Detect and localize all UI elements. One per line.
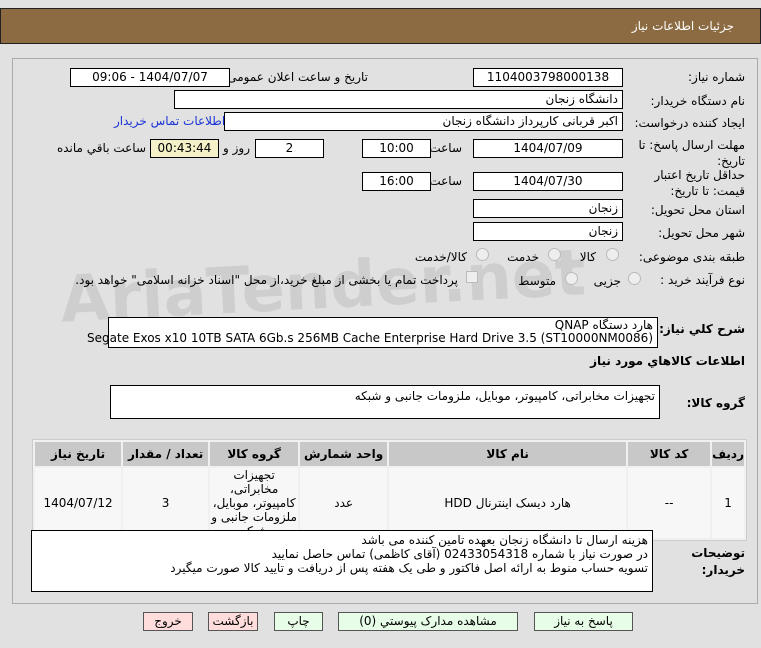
cell-date: 1404/07/12 xyxy=(35,468,122,538)
process-radio-minor[interactable] xyxy=(628,272,641,285)
process-option-minor: جزیی xyxy=(593,274,621,288)
remaining-label: ساعت باقي مانده xyxy=(56,141,146,155)
page-title: جزئیات اطلاعات نیاز xyxy=(631,19,734,33)
validity-time-field: 16:00 xyxy=(362,172,431,191)
process-label: نوع فرآیند خرید : xyxy=(660,273,745,287)
reply-button[interactable]: پاسخ به نیاز xyxy=(534,612,633,631)
province-field: زنجان xyxy=(473,199,623,218)
validity-time-label: ساعت xyxy=(429,174,462,188)
col-row: ردیف xyxy=(712,442,744,466)
notes-line-1: هزینه ارسال تا دانشگاه زنجان بعهده تامین… xyxy=(361,533,648,547)
days-field: 2 xyxy=(255,139,324,158)
deadline-label: مهلت ارسال پاسخ: تا تاریخ: xyxy=(638,138,745,168)
deadline-time-field: 10:00 xyxy=(362,139,431,158)
goods-info-title: اطلاعات کالاهاي مورد نياز xyxy=(590,354,745,368)
announce-field: 1404/07/07 - 09:06 xyxy=(70,68,230,87)
goods-group-label: گروه کالا: xyxy=(686,396,745,410)
need-number-field: 1104003798000138 xyxy=(473,68,623,87)
days-label: روز و xyxy=(223,141,250,155)
table-row: 1 -- هارد دیسک اینترنال HDD عدد تجهیزات … xyxy=(35,468,744,538)
category-label: طبقه بندی موضوعی: xyxy=(638,250,745,264)
print-button[interactable]: چاپ xyxy=(274,612,323,631)
col-name: نام کالا xyxy=(389,442,627,466)
table-header-row: ردیف کد کالا نام کالا واحد شمارش گروه کا… xyxy=(35,442,744,466)
col-code: کد کالا xyxy=(628,442,711,466)
cell-name: هارد دیسک اینترنال HDD xyxy=(389,468,627,538)
category-radio-both[interactable] xyxy=(476,248,489,261)
province-label: استان محل تحویل: xyxy=(650,203,745,217)
description-label: شرح کلي نياز: xyxy=(659,322,745,336)
validity-label: حداقل تاریخ اعتبار قیمت: تا تاریخ: xyxy=(654,168,745,198)
category-option-goods: کالا xyxy=(579,250,596,264)
buyer-org-field: دانشگاه زنجان xyxy=(174,90,623,109)
notes-line-3: تسویه حساب منوط به ارائه اصل فاکتور و طی… xyxy=(170,561,648,575)
description-line-2: Segate Exos x10 10TB SATA 6Gb.s 256MB Ca… xyxy=(87,331,653,345)
creator-label: ایجاد کننده درخواست: xyxy=(634,116,745,130)
treasury-payment-checkbox[interactable] xyxy=(466,271,478,283)
page-header: جزئیات اطلاعات نیاز xyxy=(0,8,761,44)
process-radio-medium[interactable] xyxy=(565,272,578,285)
validity-date-field: 1404/07/30 xyxy=(473,172,623,191)
col-unit: واحد شمارش xyxy=(300,442,388,466)
remaining-time-field: 00:43:44 xyxy=(150,139,219,158)
col-qty: تعداد / مقدار xyxy=(123,442,209,466)
city-label: شهر محل تحویل: xyxy=(658,226,745,240)
goods-group-textarea: تجهیزات مخابراتی، کامپیوتر، موبایل، ملزو… xyxy=(110,385,660,419)
cell-code: -- xyxy=(628,468,711,538)
treasury-payment-note: پرداخت تمام یا بخشی از مبلغ خرید،از محل … xyxy=(75,273,458,287)
category-radio-service[interactable] xyxy=(548,248,561,261)
deadline-date-field: 1404/07/09 xyxy=(473,139,623,158)
city-field: زنجان xyxy=(473,222,623,241)
category-option-service: خدمت xyxy=(507,250,539,264)
buyer-contact-link[interactable]: اطلاعات تماس خریدار xyxy=(114,114,225,128)
description-textarea: هارد دستگاه QNAP Segate Exos x10 10TB SA… xyxy=(87,317,658,348)
buyer-org-label: نام دستگاه خریدار: xyxy=(650,94,746,108)
notes-label: توضیحات خریدار: xyxy=(691,546,745,577)
cell-qty: 3 xyxy=(123,468,209,538)
process-option-medium: متوسط xyxy=(518,274,556,288)
category-radio-goods[interactable] xyxy=(606,248,619,261)
goods-table: ردیف کد کالا نام کالا واحد شمارش گروه کا… xyxy=(32,439,747,541)
announce-label: تاریخ و ساعت اعلان عمومی: xyxy=(223,70,368,84)
back-button[interactable]: بازگشت xyxy=(208,612,258,631)
col-date: تاریخ نیاز xyxy=(35,442,122,466)
view-attachments-button[interactable]: مشاهده مدارک پیوستي (0) xyxy=(338,612,518,631)
need-number-label: شماره نیاز: xyxy=(688,70,745,84)
category-option-both: کالا/خدمت xyxy=(414,250,467,264)
deadline-time-label: ساعت xyxy=(429,141,462,155)
exit-button[interactable]: خروج xyxy=(143,612,193,631)
cell-group: تجهیزات مخابراتی، کامپیوتر، موبایل، ملزو… xyxy=(210,468,299,538)
cell-unit: عدد xyxy=(300,468,388,538)
creator-field: اکبر قربانی کارپرداز دانشگاه زنجان xyxy=(224,112,623,131)
cell-row: 1 xyxy=(712,468,744,538)
notes-textarea: هزینه ارسال تا دانشگاه زنجان بعهده تامین… xyxy=(31,530,653,592)
notes-line-2: در صورت نیاز با شماره 02433054318 (آقای … xyxy=(271,547,648,561)
col-group: گروه کالا xyxy=(210,442,299,466)
